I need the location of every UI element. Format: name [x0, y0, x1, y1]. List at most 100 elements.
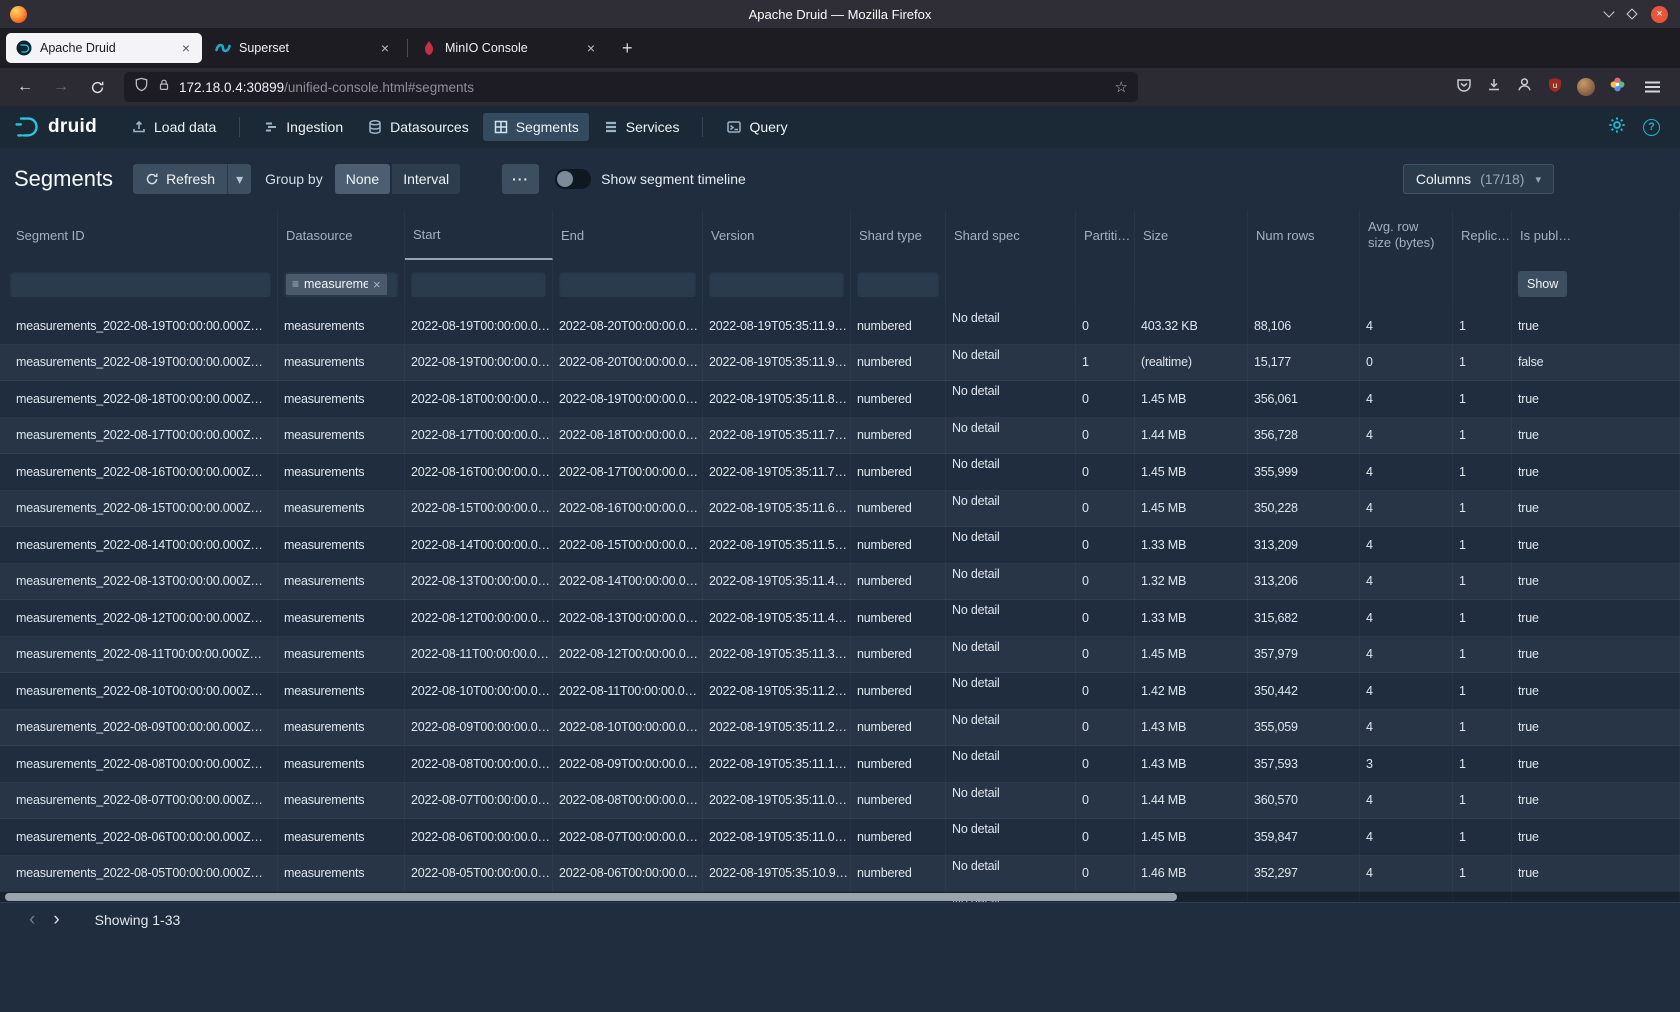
downloads-icon[interactable] — [1486, 77, 1502, 98]
filter-start-input[interactable] — [411, 271, 546, 297]
help-icon[interactable]: ? — [1643, 119, 1660, 136]
tab-label: Superset — [239, 41, 371, 55]
remove-filter-icon[interactable]: × — [373, 277, 381, 292]
profile-avatar[interactable] — [1577, 78, 1595, 96]
pocket-icon[interactable] — [1456, 77, 1472, 98]
cell-start: 2022-08-15T00:00:00.0… — [405, 491, 553, 527]
refresh-button[interactable]: Refresh — [133, 164, 227, 194]
group-by-none-button[interactable]: None — [335, 164, 390, 194]
table-row[interactable]: measurements_2022-08-13T00:00:00.000Z… m… — [0, 564, 1680, 601]
datasource-filter-chip[interactable]: ≡ measurements × — [286, 274, 387, 295]
table-row[interactable]: measurements_2022-08-07T00:00:00.000Z… m… — [0, 783, 1680, 820]
forward-button[interactable]: → — [46, 73, 76, 101]
tab-close-icon[interactable]: × — [585, 40, 597, 56]
nav-load-data[interactable]: Load data — [121, 113, 226, 141]
group-by-interval-button[interactable]: Interval — [392, 164, 460, 194]
nav-services[interactable]: Services — [593, 113, 690, 141]
bookmark-star-icon[interactable]: ☆ — [1115, 78, 1128, 96]
more-options-button[interactable]: ··· — [502, 164, 539, 194]
cell-end: 2022-08-09T00:00:00.0… — [553, 746, 703, 782]
druid-logo[interactable]: druid — [14, 116, 97, 138]
segment-timeline-toggle[interactable] — [555, 169, 591, 189]
col-header-is-published[interactable]: Is publ… — [1512, 210, 1680, 260]
tab-superset[interactable]: Superset × — [205, 33, 401, 63]
account-icon[interactable] — [1516, 76, 1533, 98]
filter-datasource-input[interactable]: ≡ measurements × — [284, 271, 398, 297]
nav-ingestion[interactable]: Ingestion — [253, 113, 353, 141]
extension-pinwheel-icon[interactable] — [1609, 76, 1626, 98]
cell-version: 2022-08-19T05:35:11.8… — [703, 381, 851, 417]
nav-segments[interactable]: Segments — [483, 113, 589, 141]
cell-shard-spec: No detail — [946, 527, 1076, 563]
window-close-button[interactable]: × — [1651, 6, 1668, 23]
cell-shard-spec: No detail — [946, 564, 1076, 600]
menu-icon[interactable] — [1640, 73, 1664, 101]
cell-version: 2022-08-19T05:35:11.0… — [703, 783, 851, 819]
col-header-size[interactable]: Size — [1135, 210, 1248, 260]
back-button[interactable]: ← — [10, 73, 40, 101]
col-header-shard-type[interactable]: Shard type — [851, 210, 946, 260]
col-header-partition[interactable]: Partiti… — [1076, 210, 1135, 260]
filter-cell — [553, 260, 703, 308]
col-header-end[interactable]: End — [553, 210, 703, 260]
table-row[interactable]: measurements_2022-08-11T00:00:00.000Z… m… — [0, 637, 1680, 674]
reload-button[interactable] — [82, 73, 112, 101]
cell-replicas: 1 — [1453, 783, 1512, 819]
lock-icon[interactable] — [157, 78, 171, 97]
next-page-button[interactable]: › — [44, 909, 68, 931]
filter-shard-type-input[interactable] — [857, 271, 939, 297]
table-row[interactable]: measurements_2022-08-08T00:00:00.000Z… m… — [0, 746, 1680, 783]
url-bar[interactable]: 172.18.0.4:30899/unified-console.html#se… — [124, 72, 1138, 102]
col-header-shard-spec[interactable]: Shard spec — [946, 210, 1076, 260]
table-row[interactable]: measurements_2022-08-18T00:00:00.000Z… m… — [0, 381, 1680, 418]
col-header-replicas[interactable]: Replic… — [1453, 210, 1512, 260]
col-header-avg-row-size[interactable]: Avg. row size (bytes) — [1360, 210, 1453, 260]
window-maximize-icon[interactable] — [1626, 8, 1637, 19]
col-header-datasource[interactable]: Datasource — [278, 210, 405, 260]
table-row[interactable]: measurements_2022-08-12T00:00:00.000Z… m… — [0, 600, 1680, 637]
col-header-num-rows[interactable]: Num rows — [1248, 210, 1360, 260]
window-shade-icon[interactable] — [1603, 6, 1614, 17]
tab-close-icon[interactable]: × — [379, 40, 391, 56]
table-row[interactable]: measurements_2022-08-19T00:00:00.000Z… m… — [0, 345, 1680, 382]
tab-close-icon[interactable]: × — [180, 40, 192, 56]
filter-end-input[interactable] — [559, 271, 696, 297]
cell-end: 2022-08-14T00:00:00.0… — [553, 564, 703, 600]
table-row[interactable]: measurements_2022-08-09T00:00:00.000Z… m… — [0, 710, 1680, 747]
horizontal-scrollbar[interactable] — [0, 891, 1680, 902]
table-row[interactable]: measurements_2022-08-05T00:00:00.000Z… m… — [0, 856, 1680, 893]
filter-cell — [405, 260, 553, 308]
cell-end: 2022-08-19T00:00:00.0… — [553, 381, 703, 417]
cell-size: 1.33 MB — [1135, 527, 1248, 563]
nav-query[interactable]: Query — [716, 113, 797, 141]
table-row[interactable]: measurements_2022-08-06T00:00:00.000Z… m… — [0, 819, 1680, 856]
scrollbar-thumb[interactable] — [5, 893, 1177, 901]
cell-start: 2022-08-13T00:00:00.0… — [405, 564, 553, 600]
table-row[interactable]: measurements_2022-08-16T00:00:00.000Z… m… — [0, 454, 1680, 491]
table-row[interactable]: measurements_2022-08-17T00:00:00.000Z… m… — [0, 418, 1680, 455]
cell-end: 2022-08-06T00:00:00.0… — [553, 856, 703, 892]
tracking-protection-shield-icon[interactable] — [134, 77, 149, 97]
url-text[interactable]: 172.18.0.4:30899/unified-console.html#se… — [179, 80, 1107, 95]
new-tab-button[interactable]: + — [610, 38, 645, 59]
col-header-start[interactable]: Start — [405, 210, 553, 260]
show-filter-button[interactable]: Show — [1518, 271, 1567, 297]
table-row[interactable]: measurements_2022-08-10T00:00:00.000Z… m… — [0, 673, 1680, 710]
nav-datasources[interactable]: Datasources — [357, 113, 479, 141]
col-header-segment-id[interactable]: Segment ID — [0, 210, 278, 260]
table-row[interactable]: measurements_2022-08-19T00:00:00.000Z… m… — [0, 308, 1680, 345]
ublock-icon[interactable]: u — [1547, 77, 1563, 98]
col-header-version[interactable]: Version — [703, 210, 851, 260]
refresh-caret-button[interactable]: ▾ — [227, 164, 251, 194]
prev-page-button[interactable]: ‹ — [20, 909, 44, 931]
columns-button[interactable]: Columns (17/18) ▾ — [1403, 164, 1554, 194]
table-row[interactable]: measurements_2022-08-15T00:00:00.000Z… m… — [0, 491, 1680, 528]
table-row[interactable]: measurements_2022-08-14T00:00:00.000Z… m… — [0, 527, 1680, 564]
settings-gear-icon[interactable] — [1608, 116, 1626, 139]
filter-version-input[interactable] — [709, 271, 844, 297]
tab-minio-console[interactable]: MinIO Console × — [411, 33, 607, 63]
cell-num-rows: 356,061 — [1248, 381, 1360, 417]
filter-segment-id-input[interactable] — [10, 271, 271, 297]
tab-apache-druid[interactable]: Apache Druid × — [6, 33, 202, 63]
cell-start: 2022-08-07T00:00:00.0… — [405, 783, 553, 819]
